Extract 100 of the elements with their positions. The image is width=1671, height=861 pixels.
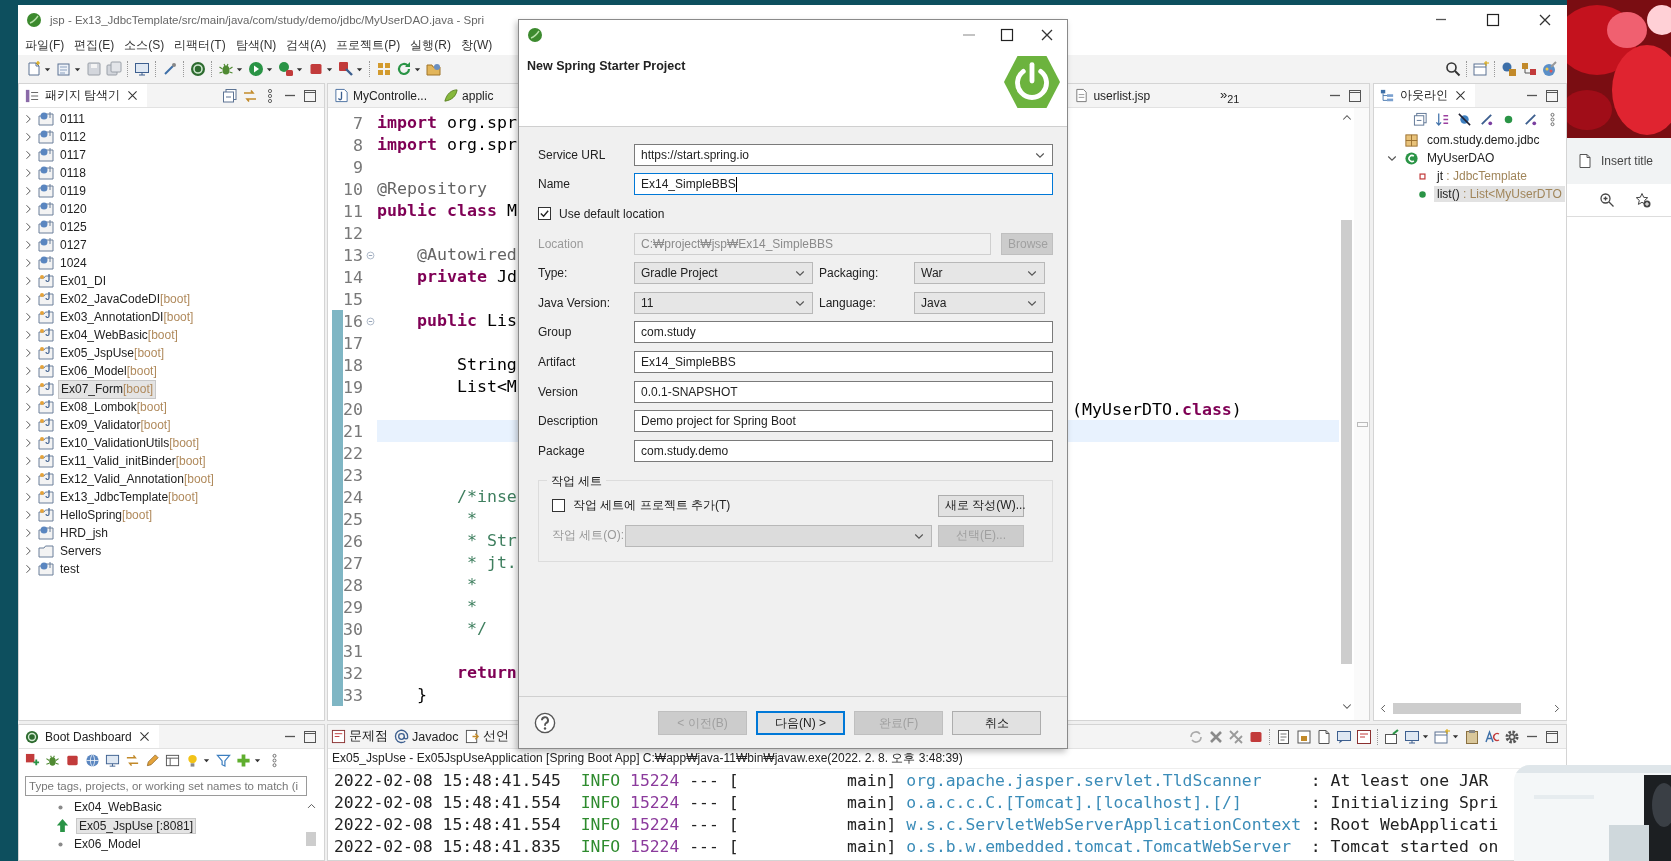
help-icon[interactable] [534, 712, 556, 734]
view-tab[interactable]: Javadoc [412, 729, 459, 744]
outline-item[interactable]: com.study.demo.jdbc [1424, 132, 1543, 148]
maximize-icon[interactable] [1347, 87, 1363, 104]
link-arrows-icon[interactable] [242, 87, 258, 104]
app-item[interactable]: Ex05_JspUse [:8081] [76, 817, 197, 834]
tree-item[interactable]: Ex05_JspUse[boot] [58, 344, 167, 362]
close-icon[interactable] [126, 89, 140, 102]
tree-item[interactable]: Ex10_ValidationUtils[boot] [58, 434, 202, 452]
monitor-icon[interactable] [105, 752, 120, 768]
document-icon[interactable] [1276, 728, 1292, 745]
stop-add-icon[interactable] [25, 752, 40, 768]
dropdown-caret-icon[interactable] [326, 65, 333, 73]
tree-item[interactable]: HelloSpring[boot] [58, 506, 155, 524]
add-favorite-icon[interactable] [1635, 192, 1651, 208]
filter-field[interactable]: Type tags, projects, or working set names to match (i [25, 776, 307, 796]
page-icon[interactable] [1316, 728, 1332, 745]
tree-item[interactable]: Ex13_JdbcTemplate[boot] [58, 488, 201, 506]
app-item[interactable]: Ex04_WebBasic [72, 800, 164, 815]
maximize-icon[interactable] [1544, 728, 1560, 745]
tree-item[interactable]: Ex01_DI [58, 272, 109, 290]
dropdown-caret-icon[interactable] [356, 65, 363, 73]
editor-tab[interactable]: applic [437, 84, 504, 107]
dropdown-caret-icon[interactable] [203, 756, 210, 764]
tree-item[interactable]: 0120 [58, 200, 89, 218]
hierarchy-icon[interactable] [1521, 61, 1537, 77]
pencil-icon[interactable] [145, 752, 160, 768]
monitor-icon[interactable] [134, 61, 150, 77]
tree-item[interactable]: 0127 [58, 236, 89, 254]
tree-item[interactable]: Ex08_Lombok[boot] [58, 398, 169, 416]
browser-tab[interactable]: Insert title [1601, 154, 1654, 168]
input-field[interactable]: Demo project for Spring Boot [634, 410, 1053, 433]
maximize-icon[interactable] [1544, 87, 1560, 104]
dropdown-caret-icon[interactable] [44, 65, 51, 73]
tree-item[interactable]: Ex06_Model[boot] [58, 362, 159, 380]
scrollbar-thumb[interactable] [1393, 703, 1521, 714]
dialog-button[interactable]: 취소 [952, 711, 1041, 735]
table-icon[interactable] [165, 752, 180, 768]
stop-icon[interactable] [308, 61, 324, 77]
tree-item[interactable]: 0112 [58, 128, 88, 146]
run-icon[interactable] [248, 61, 264, 77]
tree-item[interactable]: Servers [58, 542, 104, 560]
problems-icon[interactable] [1356, 728, 1372, 745]
perspective-icon[interactable] [1501, 61, 1517, 77]
open-window-icon[interactable] [1473, 61, 1489, 77]
url-dropdown[interactable]: https://start.spring.io [634, 143, 1053, 166]
menu-item[interactable]: 소스(S) [119, 36, 170, 54]
tree-item[interactable]: HRD_jsh [58, 524, 110, 542]
input-field[interactable]: Ex14_SimpleBBS [634, 350, 1053, 373]
view-tab[interactable]: 선언 [482, 728, 509, 745]
dialog-button[interactable]: 다음(N) > [756, 711, 845, 735]
close-icon[interactable] [1039, 27, 1055, 43]
checkbox[interactable] [538, 207, 551, 221]
palette-icon[interactable] [1541, 61, 1557, 77]
monitor-icon[interactable] [1404, 728, 1420, 745]
tree-item[interactable]: Ex02_JavaCodeDI[boot] [58, 290, 193, 308]
more-tabs-button[interactable]: »$_{21}$ [1220, 86, 1240, 105]
outline-item[interactable]: list() : List<MyUserDTO [1434, 186, 1565, 202]
menu-item[interactable]: 편집(E) [69, 36, 120, 54]
tree-item[interactable]: 0118 [58, 164, 88, 182]
dropdown-caret-icon[interactable] [1422, 733, 1429, 740]
input-field[interactable]: com.study [634, 321, 1053, 344]
link-arrows-icon[interactable] [125, 752, 140, 768]
sort-icon[interactable] [1435, 112, 1450, 127]
menu-item[interactable]: 검색(A) [281, 36, 332, 54]
tree-item[interactable]: 0111 [58, 110, 87, 128]
tree-item[interactable]: 0119 [58, 182, 88, 200]
input-field[interactable]: com.study.demo [634, 439, 1053, 462]
remove-all-icon[interactable] [1228, 728, 1244, 745]
folder-globe-icon[interactable] [426, 61, 442, 77]
wand-icon[interactable] [162, 61, 178, 77]
maximize-icon[interactable] [1485, 12, 1501, 28]
outline-item[interactable]: MyUserDAO [1424, 150, 1498, 166]
tree-item[interactable]: 1024 [58, 254, 89, 272]
power-circle-icon[interactable] [190, 61, 206, 77]
tree-item[interactable]: Ex03_AnnotationDI[boot] [58, 308, 196, 326]
scrollbar-thumb[interactable] [306, 832, 316, 846]
tree-item[interactable]: Ex09_Validator[boot] [58, 416, 173, 434]
dropdown[interactable]: 11 [634, 291, 813, 314]
scrollbar-thumb[interactable] [1341, 220, 1352, 664]
dropdown-caret-icon[interactable] [296, 65, 303, 73]
text-style-icon[interactable] [1484, 728, 1500, 745]
deploy-icon[interactable] [338, 61, 354, 77]
menu-item[interactable]: 리팩터(T) [169, 36, 231, 54]
maximize-icon[interactable] [302, 87, 318, 104]
outline-item[interactable]: jt : JdbcTemplate [1434, 168, 1531, 184]
zoom-in-icon[interactable] [1599, 192, 1615, 208]
settings-icon[interactable] [1504, 728, 1520, 745]
dropdown[interactable]: War [914, 262, 1045, 285]
dropdown[interactable]: Java [914, 291, 1045, 314]
tree-item[interactable]: 0125 [58, 218, 89, 236]
hide-fields-icon[interactable] [1457, 112, 1472, 127]
tree-item[interactable]: Ex07_Form[boot] [58, 379, 157, 399]
close-icon[interactable] [1454, 89, 1467, 102]
search-icon[interactable] [1445, 61, 1461, 77]
app-item[interactable]: Ex06_Model [72, 837, 143, 852]
maximize-icon[interactable] [302, 728, 318, 745]
hide-static-icon[interactable] [1479, 112, 1494, 127]
dropdown-caret-icon[interactable] [254, 756, 261, 764]
input-field[interactable]: 0.0.1-SNAPSHOT [634, 380, 1053, 403]
